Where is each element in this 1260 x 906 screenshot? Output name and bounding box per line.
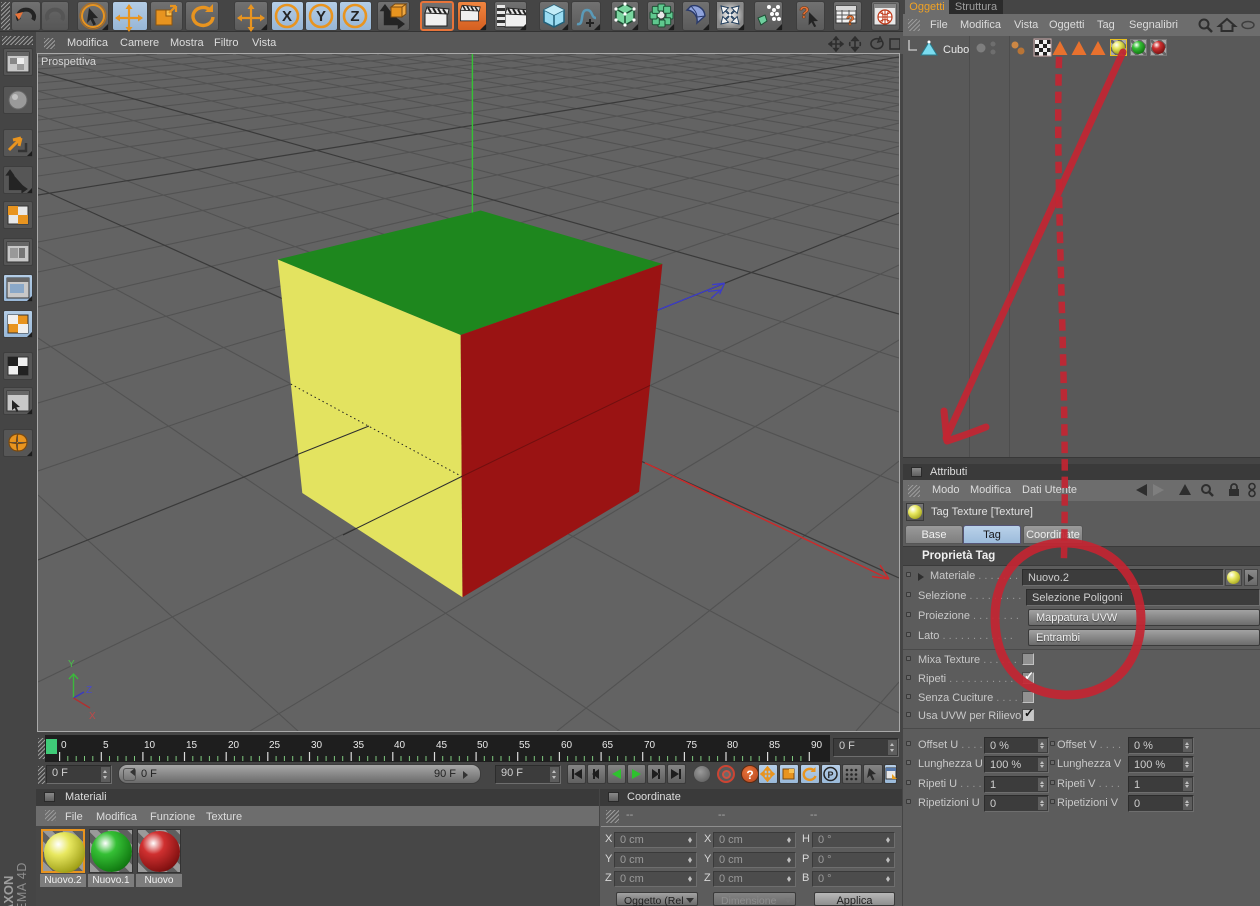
svg-text:45: 45 — [436, 740, 448, 751]
svg-text:Y: Y — [68, 659, 75, 670]
svg-text:50: 50 — [477, 740, 489, 751]
svg-text:X: X — [89, 711, 96, 722]
svg-text:15: 15 — [186, 740, 198, 751]
svg-text:90: 90 — [811, 740, 823, 751]
svg-text:X: X — [282, 8, 292, 25]
svg-text:30: 30 — [311, 740, 323, 751]
svg-text:60: 60 — [561, 740, 573, 751]
svg-text:?: ? — [846, 12, 855, 28]
svg-text:10: 10 — [144, 740, 156, 751]
svg-text:70: 70 — [644, 740, 656, 751]
svg-text:Z: Z — [350, 8, 359, 25]
svg-text:P: P — [828, 770, 834, 780]
svg-text:Y: Y — [316, 8, 326, 25]
svg-text:5: 5 — [103, 740, 109, 751]
svg-text:75: 75 — [686, 740, 698, 751]
svg-text:40: 40 — [394, 740, 406, 751]
svg-text:?: ? — [799, 3, 809, 22]
svg-text:25: 25 — [269, 740, 281, 751]
svg-text:55: 55 — [519, 740, 531, 751]
svg-text:0: 0 — [61, 740, 67, 751]
svg-text:35: 35 — [353, 740, 365, 751]
svg-text:Z: Z — [86, 685, 92, 696]
svg-text:20: 20 — [228, 740, 240, 751]
svg-text:65: 65 — [602, 740, 614, 751]
svg-text:80: 80 — [727, 740, 739, 751]
svg-text:Cubo: Cubo — [943, 44, 969, 56]
svg-text:85: 85 — [769, 740, 781, 751]
